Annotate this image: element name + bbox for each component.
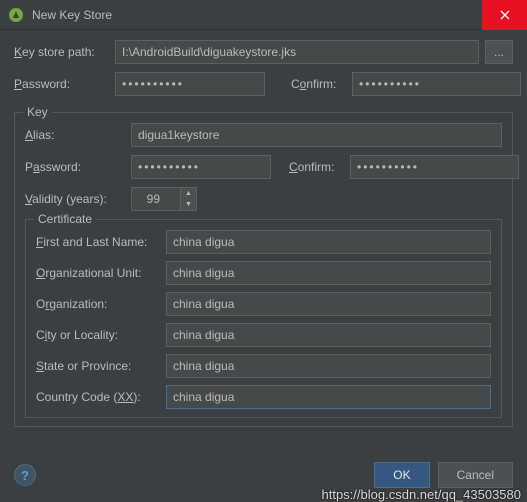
key-confirm-input[interactable] xyxy=(350,155,519,179)
help-button[interactable]: ? xyxy=(14,464,36,486)
keystore-confirm-label: Confirm: xyxy=(291,77,346,91)
org-input[interactable] xyxy=(166,292,491,316)
watermark-text: https://blog.csdn.net/qq_43503580 xyxy=(322,487,522,502)
state-label: State or Province: xyxy=(36,359,166,373)
first-last-row: First and Last Name: xyxy=(36,230,491,254)
org-unit-row: Organizational Unit: xyxy=(36,261,491,285)
validity-input[interactable] xyxy=(131,187,181,211)
org-row: Organization: xyxy=(36,292,491,316)
state-row: State or Province: xyxy=(36,354,491,378)
first-last-input[interactable] xyxy=(166,230,491,254)
org-unit-label: Organizational Unit: xyxy=(36,266,166,280)
state-input[interactable] xyxy=(166,354,491,378)
keystore-path-label: Key store path: xyxy=(14,45,109,59)
certificate-legend: Certificate xyxy=(34,212,96,226)
close-button[interactable] xyxy=(482,0,527,30)
alias-label: Alias: xyxy=(25,128,95,142)
alias-input[interactable] xyxy=(131,123,502,147)
browse-button[interactable]: ... xyxy=(485,40,513,64)
first-last-label: First and Last Name: xyxy=(36,235,166,249)
keystore-password-input[interactable] xyxy=(115,72,265,96)
country-label: Country Code (XX): xyxy=(36,390,166,404)
content-area: Key store path: ... Password: Confirm: K… xyxy=(0,30,527,454)
window-title: New Key Store xyxy=(32,8,482,22)
city-input[interactable] xyxy=(166,323,491,347)
keystore-path-row: Key store path: ... xyxy=(14,40,513,64)
ok-button[interactable]: OK xyxy=(374,462,429,488)
new-key-store-dialog: New Key Store Key store path: ... Passwo… xyxy=(0,0,527,502)
city-row: City or Locality: xyxy=(36,323,491,347)
validity-row: Validity (years): ▲ ▼ xyxy=(25,187,502,211)
android-studio-icon xyxy=(8,7,24,23)
cancel-button[interactable]: Cancel xyxy=(438,462,513,488)
key-fieldset: Key Alias: Password: Confirm: Validity (… xyxy=(14,112,513,427)
spinner-buttons[interactable]: ▲ ▼ xyxy=(181,187,197,211)
org-unit-input[interactable] xyxy=(166,261,491,285)
keystore-path-input[interactable] xyxy=(115,40,479,64)
spinner-down-icon[interactable]: ▼ xyxy=(181,199,196,210)
validity-spinner[interactable]: ▲ ▼ xyxy=(131,187,197,211)
city-label: City or Locality: xyxy=(36,328,166,342)
certificate-fieldset: Certificate First and Last Name: Organiz… xyxy=(25,219,502,418)
country-row: Country Code (XX): xyxy=(36,385,491,409)
keystore-confirm-input[interactable] xyxy=(352,72,521,96)
keystore-password-label: Password: xyxy=(14,77,109,91)
key-password-input[interactable] xyxy=(131,155,271,179)
org-label: Organization: xyxy=(36,297,166,311)
titlebar: New Key Store xyxy=(0,0,527,30)
key-legend: Key xyxy=(23,105,52,119)
spinner-up-icon[interactable]: ▲ xyxy=(181,188,196,199)
country-input[interactable] xyxy=(166,385,491,409)
key-password-label: Password: xyxy=(25,160,95,174)
validity-label: Validity (years): xyxy=(25,192,120,206)
keystore-password-row: Password: Confirm: xyxy=(14,72,513,96)
key-password-row: Password: Confirm: xyxy=(25,155,502,179)
key-confirm-label: Confirm: xyxy=(289,160,344,174)
alias-row: Alias: xyxy=(25,123,502,147)
close-icon xyxy=(500,10,510,20)
